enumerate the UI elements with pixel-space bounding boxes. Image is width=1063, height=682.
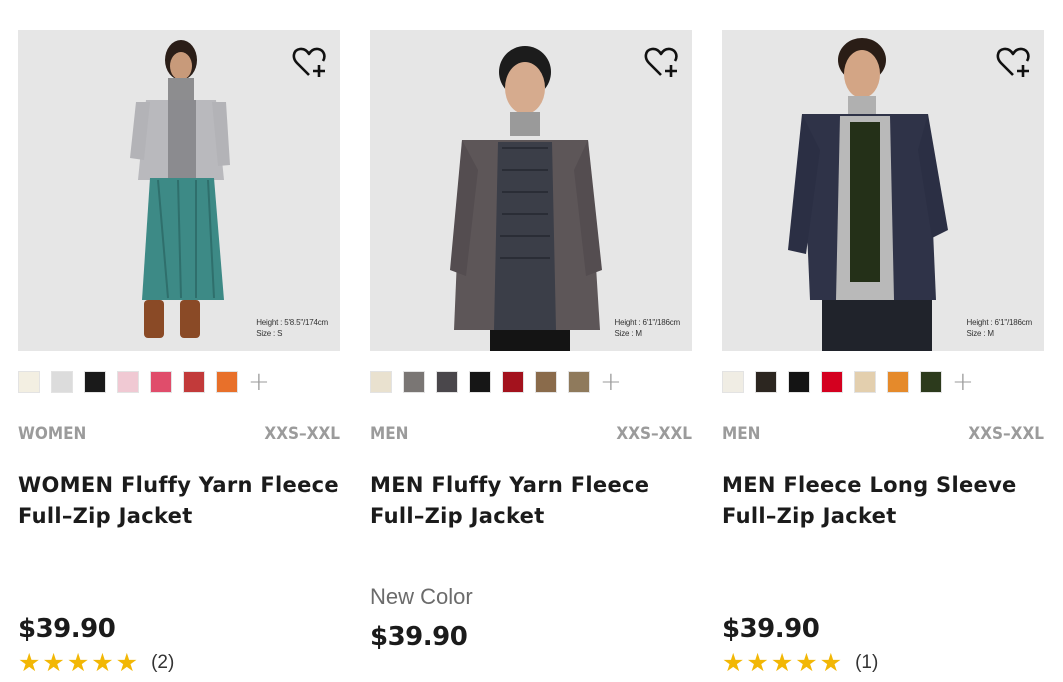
color-swatch[interactable] (502, 371, 524, 393)
product-meta: MEN XXS–XXL (722, 424, 1044, 444)
more-colors-plus-icon[interactable]: + (600, 369, 622, 395)
color-swatch[interactable] (370, 371, 392, 393)
product-image[interactable]: Height : 6'1"/186cm Size : M (722, 30, 1044, 351)
color-swatches: + (18, 369, 270, 395)
product-price: $39.90 (370, 622, 468, 652)
review-count[interactable]: (2) (151, 652, 174, 674)
color-swatch[interactable] (18, 371, 40, 393)
color-swatch[interactable] (887, 371, 909, 393)
product-price: $39.90 (18, 614, 116, 644)
color-swatch[interactable] (755, 371, 777, 393)
product-meta: WOMEN XXS–XXL (18, 424, 340, 444)
color-swatch[interactable] (469, 371, 491, 393)
model-size-caption: Height : 6'1"/186cm Size : M (966, 318, 1033, 338)
rating: ★★★★★ (2) (18, 650, 174, 676)
color-swatch[interactable] (436, 371, 458, 393)
size-range: XXS–XXL (968, 424, 1044, 444)
color-swatch[interactable] (788, 371, 810, 393)
color-swatch[interactable] (568, 371, 590, 393)
color-swatch[interactable] (920, 371, 942, 393)
size-range: XXS–XXL (616, 424, 692, 444)
product-name[interactable]: WOMEN Fluffy Yarn Fleece Full–Zip Jacket (18, 470, 340, 532)
product-price: $39.90 (722, 614, 820, 644)
gender-label: MEN (370, 424, 409, 444)
color-swatches: + (722, 369, 974, 395)
color-swatch[interactable] (722, 371, 744, 393)
color-swatch[interactable] (403, 371, 425, 393)
more-colors-plus-icon[interactable]: + (952, 369, 974, 395)
color-swatch[interactable] (150, 371, 172, 393)
new-color-tag: New Color (370, 584, 473, 609)
gender-label: WOMEN (18, 424, 87, 444)
product-meta: MEN XXS–XXL (370, 424, 692, 444)
color-swatch[interactable] (117, 371, 139, 393)
color-swatch[interactable] (821, 371, 843, 393)
heart-plus-icon[interactable] (292, 44, 330, 80)
star-rating-icon: ★★★★★ (722, 648, 845, 677)
product-name[interactable]: MEN Fluffy Yarn Fleece Full–Zip Jacket (370, 470, 692, 532)
size-range: XXS–XXL (264, 424, 340, 444)
color-swatch[interactable] (51, 371, 73, 393)
model-size-caption: Height : 6'1"/186cm Size : M (614, 318, 681, 338)
color-swatches: + (370, 369, 622, 395)
color-swatch[interactable] (84, 371, 106, 393)
product-image[interactable]: Height : 5'8.5"/174cm Size : S (18, 30, 340, 351)
heart-plus-icon[interactable] (996, 44, 1034, 80)
color-swatch[interactable] (183, 371, 205, 393)
color-swatch[interactable] (854, 371, 876, 393)
product-card[interactable]: Height : 6'1"/186cm Size : M + MEN XXS–X… (722, 30, 1044, 676)
model-size-caption: Height : 5'8.5"/174cm Size : S (256, 318, 328, 338)
color-swatch[interactable] (216, 371, 238, 393)
more-colors-plus-icon[interactable]: + (248, 369, 270, 395)
review-count[interactable]: (1) (855, 652, 878, 674)
product-card[interactable]: Height : 6'1"/186cm Size : M + MEN XXS–X… (370, 30, 692, 652)
color-swatch[interactable] (535, 371, 557, 393)
star-rating-icon: ★★★★★ (18, 648, 141, 677)
gender-label: MEN (722, 424, 761, 444)
product-name[interactable]: MEN Fleece Long Sleeve Full–Zip Jacket (722, 470, 1044, 532)
rating: ★★★★★ (1) (722, 650, 878, 676)
product-card[interactable]: Height : 5'8.5"/174cm Size : S + WOMEN X… (18, 30, 340, 676)
product-image[interactable]: Height : 6'1"/186cm Size : M (370, 30, 692, 351)
heart-plus-icon[interactable] (644, 44, 682, 80)
